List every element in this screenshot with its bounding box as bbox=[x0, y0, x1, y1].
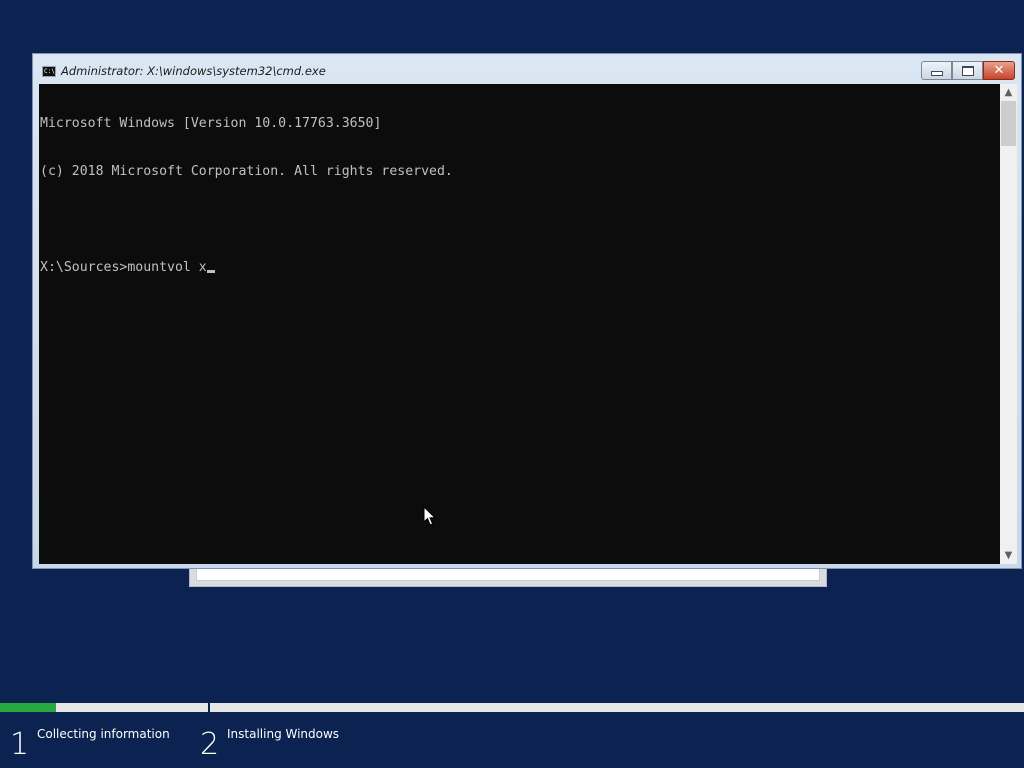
close-button[interactable]: ✕ bbox=[983, 61, 1015, 80]
close-icon: ✕ bbox=[993, 63, 1005, 78]
cmd-icon: C:\ bbox=[42, 66, 56, 77]
progress-step-divider bbox=[208, 701, 210, 714]
maximize-button[interactable] bbox=[952, 61, 983, 80]
desktop-background: C:\ Administrator: X:\windows\system32\c… bbox=[0, 0, 1024, 768]
vertical-scrollbar[interactable]: ▲ ▼ bbox=[1000, 84, 1017, 564]
console-line-version: Microsoft Windows [Version 10.0.17763.36… bbox=[40, 116, 382, 131]
console-output[interactable]: Microsoft Windows [Version 10.0.17763.36… bbox=[39, 84, 1000, 564]
command-prompt-window[interactable]: C:\ Administrator: X:\windows\system32\c… bbox=[32, 53, 1022, 569]
maximize-icon bbox=[961, 65, 974, 76]
text-cursor bbox=[206, 270, 215, 273]
window-title: Administrator: X:\windows\system32\cmd.e… bbox=[61, 64, 326, 78]
console-line-copyright: (c) 2018 Microsoft Corporation. All righ… bbox=[40, 164, 453, 179]
minimize-icon bbox=[930, 70, 943, 76]
setup-progress-bar bbox=[0, 701, 1024, 714]
scroll-up-arrow-icon[interactable]: ▲ bbox=[1000, 84, 1017, 101]
step-number: 2 bbox=[200, 727, 220, 762]
step-label: Installing Windows bbox=[227, 727, 340, 741]
setup-progress-fill bbox=[0, 703, 56, 712]
minimize-button[interactable] bbox=[921, 61, 952, 80]
step-number: 1 bbox=[10, 727, 30, 762]
scroll-down-arrow-icon[interactable]: ▼ bbox=[1000, 547, 1017, 564]
title-bar[interactable]: C:\ Administrator: X:\windows\system32\c… bbox=[33, 54, 1021, 84]
console-text: Microsoft Windows [Version 10.0.17763.36… bbox=[40, 84, 453, 308]
console-prompt-line[interactable]: X:\Sources>mountvol x bbox=[40, 260, 453, 276]
scroll-thumb[interactable] bbox=[1001, 101, 1016, 146]
caption-buttons: ✕ bbox=[919, 61, 1015, 80]
step-label: Collecting information bbox=[37, 727, 170, 741]
mouse-pointer-icon bbox=[423, 506, 437, 526]
command-input-text: X:\Sources>mountvol x bbox=[40, 260, 207, 275]
